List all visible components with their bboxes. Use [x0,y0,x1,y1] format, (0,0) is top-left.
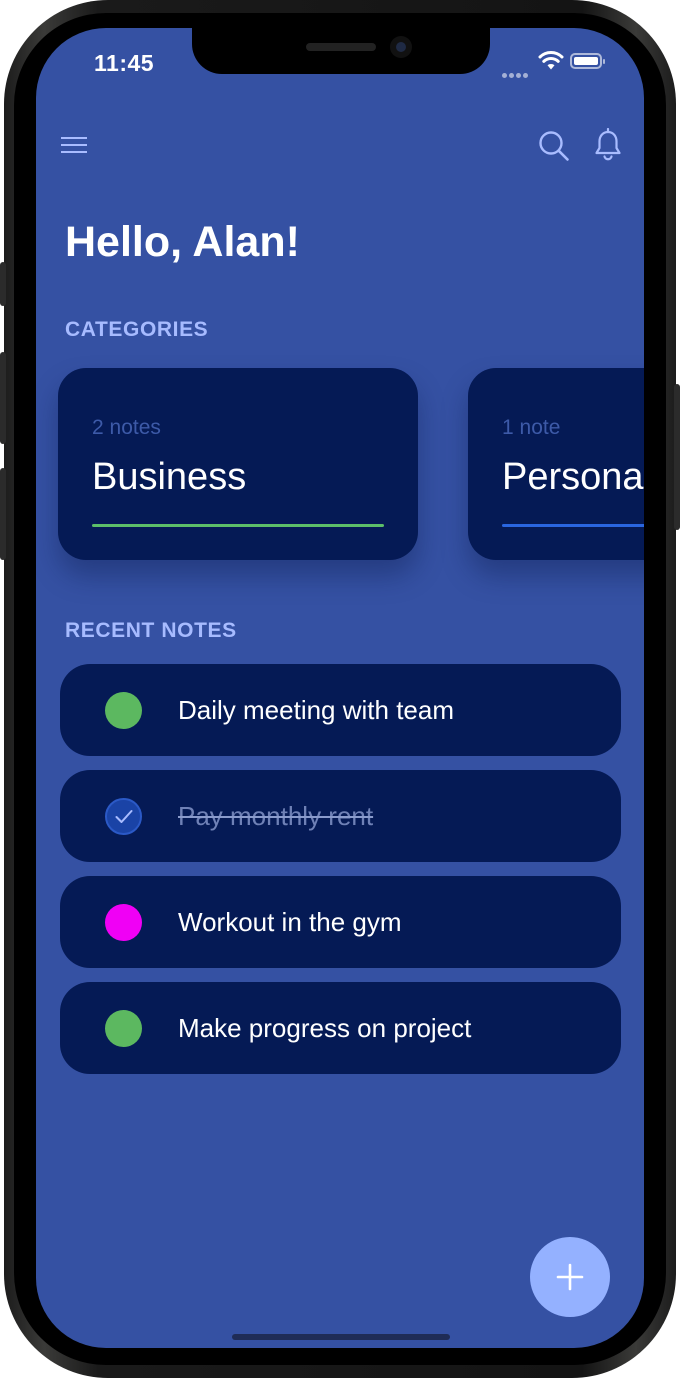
note-item[interactable]: Pay monthly rent [60,770,621,862]
search-button[interactable] [538,130,570,162]
status-indicators [498,50,618,78]
note-title: Make progress on project [178,1013,472,1043]
speaker-grille [306,43,376,51]
note-item[interactable]: Workout in the gym [60,876,621,968]
status-time: 11:45 [94,50,155,76]
search-icon [539,131,569,161]
silent-switch [0,262,6,306]
category-count: 1 note [502,416,561,439]
battery-icon [570,53,605,69]
front-camera [390,36,412,58]
cellular-signal-icon [502,65,530,83]
recent-notes-label: RECENT NOTES [65,619,237,642]
notch [192,28,490,74]
category-count: 2 notes [92,416,161,439]
note-item[interactable]: Daily meeting with team [60,664,621,756]
app-screen: 11:45 Hello, Alan! CATEGORIES 2 notes Bu… [36,28,644,1348]
category-name: Business [92,456,247,498]
categories-label: CATEGORIES [65,318,209,341]
plus-icon [556,1263,584,1291]
category-accent-bar [502,524,644,527]
note-title: Pay monthly rent [178,801,374,831]
bell-icon [595,127,621,161]
note-status-dot[interactable] [105,1010,142,1047]
note-item[interactable]: Make progress on project [60,982,621,1074]
checkmark-icon [115,810,133,823]
category-name: Personal [502,456,644,498]
add-note-button[interactable] [530,1237,610,1317]
wifi-icon [538,51,564,70]
note-title: Daily meeting with team [178,695,454,725]
menu-button[interactable] [60,134,88,156]
volume-down-button [0,468,6,560]
note-status-dot[interactable] [105,904,142,941]
power-button [674,384,680,530]
category-card-personal[interactable]: 1 note Personal [468,368,644,560]
category-accent-bar [92,524,384,527]
note-title: Workout in the gym [178,907,402,937]
note-status-dot[interactable] [105,692,142,729]
category-card-business[interactable]: 2 notes Business [58,368,418,560]
hamburger-menu-icon [61,137,87,153]
volume-up-button [0,352,6,444]
notifications-button[interactable] [594,127,622,162]
greeting-title: Hello, Alan! [65,218,300,266]
home-indicator[interactable] [232,1334,450,1340]
note-checkbox-checked[interactable] [105,798,142,835]
